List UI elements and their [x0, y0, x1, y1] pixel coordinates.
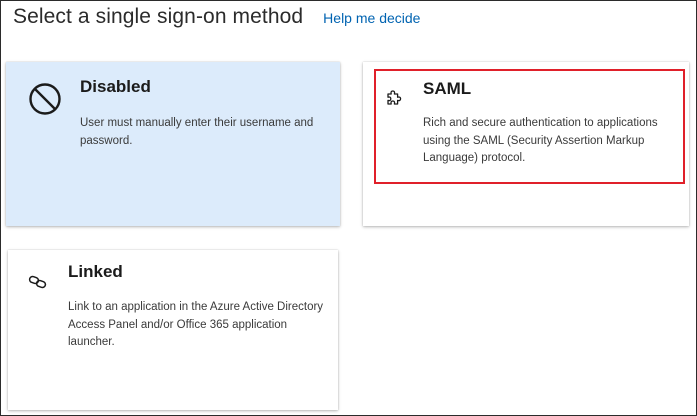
method-card-saml[interactable]: SAML Rich and secure authentication to a…	[363, 62, 689, 226]
link-icon	[28, 275, 47, 289]
puzzle-piece-icon	[387, 90, 402, 105]
disabled-circle-icon	[29, 83, 61, 115]
page-title: Select a single sign-on method	[13, 5, 304, 28]
method-description: User must manually enter their username …	[80, 117, 314, 147]
help-me-decide-link[interactable]: Help me decide	[323, 10, 420, 26]
sso-method-panel: Select a single sign-on method Help me d…	[0, 0, 697, 416]
method-card-disabled[interactable]: Disabled User must manually enter their …	[6, 62, 340, 226]
method-description: Link to an application in the Azure Acti…	[68, 301, 324, 348]
method-title: SAML	[423, 79, 472, 98]
method-title: Disabled	[80, 77, 151, 96]
method-title: Linked	[68, 262, 123, 281]
method-description: Rich and secure authentication to applic…	[423, 117, 658, 164]
method-card-linked[interactable]: Linked Link to an application in the Azu…	[8, 250, 338, 410]
header: Select a single sign-on method Help me d…	[13, 5, 420, 29]
